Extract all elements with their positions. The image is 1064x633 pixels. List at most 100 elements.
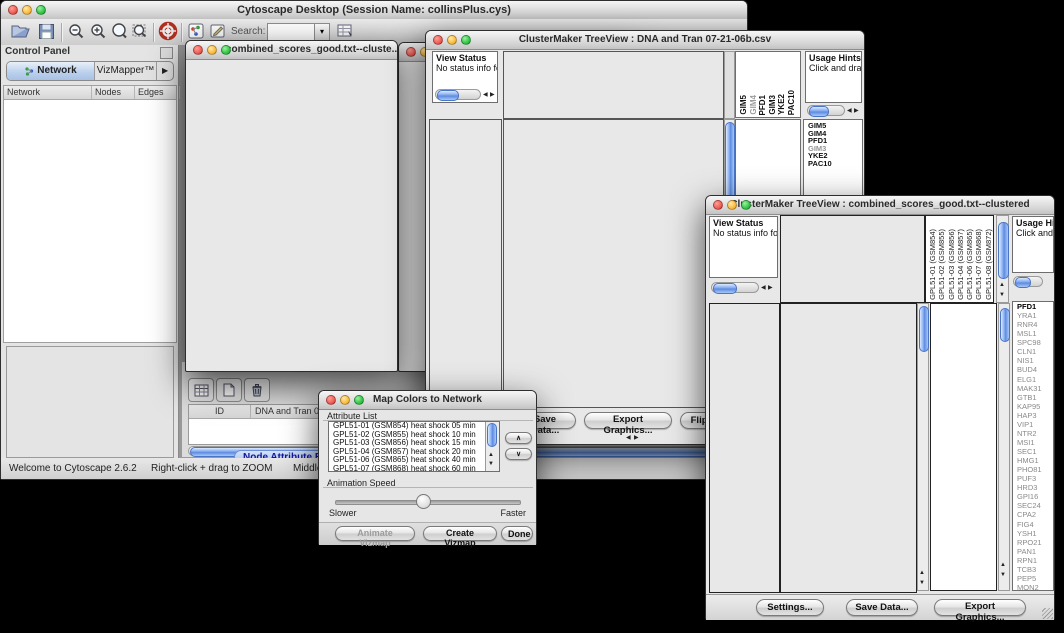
tv2-zoom-heatmap[interactable] bbox=[932, 305, 995, 581]
zoom-out-button[interactable] bbox=[67, 22, 86, 41]
dialog-title-bar[interactable]: Map Colors to Network bbox=[319, 391, 536, 410]
resize-grip[interactable] bbox=[1042, 608, 1053, 619]
gene-label[interactable]: RPN1 bbox=[1015, 556, 1053, 565]
gene-label[interactable]: SEC1 bbox=[1015, 447, 1053, 456]
column-label[interactable]: GIM5 bbox=[739, 95, 749, 115]
attribute-item[interactable]: GPL51-07 (GSM868) heat shock 60 min bbox=[331, 465, 499, 473]
scroll-left-icon[interactable]: ◀ bbox=[847, 108, 852, 115]
scroll-right-icon[interactable]: ▶ bbox=[768, 285, 773, 292]
gene-label[interactable]: HMG1 bbox=[1015, 456, 1053, 465]
gene-label[interactable]: PHO81 bbox=[1015, 465, 1053, 474]
tv2-save-data-button[interactable]: Save Data... bbox=[846, 599, 918, 616]
minimize-icon[interactable] bbox=[207, 45, 217, 55]
minimize-icon[interactable] bbox=[340, 395, 350, 405]
move-up-button[interactable]: ∧ bbox=[505, 432, 532, 444]
zoom-window-icon[interactable] bbox=[36, 5, 46, 15]
column-label[interactable]: GIM4 bbox=[749, 95, 759, 115]
scroll-down-icon[interactable]: ▼ bbox=[999, 292, 1005, 299]
scroll-left-icon[interactable]: ◀ bbox=[626, 435, 631, 442]
column-label[interactable]: GPL51-07 (GSM868) bbox=[974, 229, 983, 300]
column-label[interactable]: GPL51-04 (GSM857) bbox=[956, 229, 965, 300]
network1-title-bar[interactable]: combined_scores_good.txt--cluste... bbox=[186, 41, 397, 60]
gene-label[interactable]: PEP5 bbox=[1015, 574, 1053, 583]
tv2-export-graphics-button[interactable]: Export Graphics... bbox=[934, 599, 1026, 616]
column-label[interactable]: GPL51-03 (GSM856) bbox=[947, 229, 956, 300]
scroll-thumb[interactable] bbox=[998, 222, 1009, 279]
birdseye-view-button[interactable] bbox=[187, 22, 205, 40]
scroll-up-icon[interactable]: ▲ bbox=[1000, 562, 1006, 569]
gene-label[interactable]: ELG1 bbox=[1015, 375, 1053, 384]
tv2-status-hscrollbar[interactable] bbox=[711, 282, 759, 293]
id-column-header[interactable]: ID bbox=[189, 405, 251, 418]
tab-overflow-button[interactable]: ▶ bbox=[157, 62, 173, 80]
gene-label[interactable]: MON2 bbox=[1015, 583, 1053, 591]
help-button[interactable] bbox=[158, 21, 178, 41]
minimize-icon[interactable] bbox=[447, 35, 457, 45]
gene-label[interactable]: SPC98 bbox=[1015, 338, 1053, 347]
column-label[interactable]: GPL51-01 (GSM854) bbox=[928, 229, 937, 300]
zoom-window-icon[interactable] bbox=[354, 395, 364, 405]
gene-label[interactable]: RPO21 bbox=[1015, 538, 1053, 547]
scroll-down-icon[interactable]: ▼ bbox=[1000, 572, 1006, 579]
tv1-row-dendrogram[interactable] bbox=[429, 119, 502, 408]
gene-label[interactable]: NTR2 bbox=[1015, 429, 1053, 438]
gene-label[interactable]: MSL1 bbox=[1015, 329, 1053, 338]
search-dropdown-icon[interactable]: ▾ bbox=[314, 23, 330, 41]
gene-label[interactable]: BUD4 bbox=[1015, 365, 1053, 374]
gene-label[interactable]: YSH1 bbox=[1015, 529, 1053, 538]
gene-label[interactable]: CPA2 bbox=[1015, 510, 1053, 519]
gene-label[interactable]: GPI16 bbox=[1015, 492, 1053, 501]
column-label[interactable]: GPL51-02 (GSM855) bbox=[937, 229, 946, 300]
column-label[interactable]: GPL51-08 (GSM872) bbox=[984, 229, 993, 300]
tv1-status-hscrollbar[interactable] bbox=[435, 89, 481, 100]
move-down-button[interactable]: ∨ bbox=[505, 448, 532, 460]
tv1-column-dendrogram[interactable] bbox=[503, 51, 724, 119]
edit-network-button[interactable] bbox=[209, 22, 227, 40]
scroll-right-icon[interactable]: ▶ bbox=[634, 435, 639, 442]
column-label[interactable]: GIM3 bbox=[768, 95, 778, 115]
main-title-bar[interactable]: Cytoscape Desktop (Session Name: collins… bbox=[1, 1, 747, 20]
scroll-right-icon[interactable]: ▶ bbox=[490, 92, 495, 99]
gene-label[interactable]: SEC24 bbox=[1015, 501, 1053, 510]
gene-label[interactable]: KAP95 bbox=[1015, 402, 1053, 411]
network-overview-thumbnail[interactable] bbox=[6, 346, 174, 458]
create-vizmap-button[interactable]: Create Vizmap bbox=[423, 526, 497, 541]
network-view-1-canvas[interactable] bbox=[186, 59, 397, 372]
scroll-thumb[interactable] bbox=[487, 423, 497, 447]
gene-label[interactable]: NIS1 bbox=[1015, 356, 1053, 365]
tv2-settings-button[interactable]: Settings... bbox=[756, 599, 824, 616]
gene-label[interactable]: CLN1 bbox=[1015, 347, 1053, 356]
col-edges[interactable]: Edges bbox=[135, 86, 180, 99]
col-network[interactable]: Network bbox=[4, 86, 92, 99]
done-button[interactable]: Done bbox=[501, 526, 533, 541]
gene-label[interactable]: TCB3 bbox=[1015, 565, 1053, 574]
tv2-global-heatmap[interactable] bbox=[780, 303, 917, 593]
tv1-zoom-heatmap[interactable] bbox=[738, 122, 792, 170]
close-icon[interactable] bbox=[193, 45, 203, 55]
tv2-heatmap-vscrollbar[interactable]: ▲ ▼ bbox=[917, 303, 929, 591]
select-attributes-button[interactable] bbox=[188, 378, 214, 402]
speed-slider-thumb[interactable] bbox=[416, 494, 431, 509]
scroll-up-icon[interactable]: ▲ bbox=[488, 452, 494, 459]
gene-label[interactable]: RNR4 bbox=[1015, 320, 1053, 329]
scroll-thumb[interactable] bbox=[1000, 308, 1010, 342]
gene-label[interactable]: MAK31 bbox=[1015, 384, 1053, 393]
column-label[interactable]: PFD1 bbox=[758, 95, 768, 115]
minimize-icon[interactable] bbox=[22, 5, 32, 15]
tv2-usage-hscrollbar[interactable] bbox=[1013, 276, 1043, 287]
gene-label[interactable]: HAP3 bbox=[1015, 411, 1053, 420]
close-icon[interactable] bbox=[406, 47, 416, 57]
scroll-down-icon[interactable]: ▼ bbox=[488, 461, 494, 468]
float-panel-icon[interactable] bbox=[160, 47, 173, 59]
tab-network[interactable]: Network bbox=[7, 62, 95, 80]
zoom-window-icon[interactable] bbox=[741, 200, 751, 210]
gene-label[interactable]: PFD1 bbox=[1015, 302, 1053, 311]
scroll-thumb[interactable] bbox=[725, 122, 735, 202]
tv2-row-dendrogram[interactable] bbox=[709, 303, 780, 593]
tv2-zoom-vscrollbar[interactable]: ▲ ▼ bbox=[998, 303, 1010, 591]
tv1-global-heatmap[interactable] bbox=[503, 119, 724, 408]
save-session-button[interactable] bbox=[37, 22, 56, 41]
treeview1-title-bar[interactable]: ClusterMaker TreeView : DNA and Tran 07-… bbox=[426, 31, 864, 50]
scroll-up-icon[interactable]: ▲ bbox=[999, 282, 1005, 289]
close-icon[interactable] bbox=[8, 5, 18, 15]
